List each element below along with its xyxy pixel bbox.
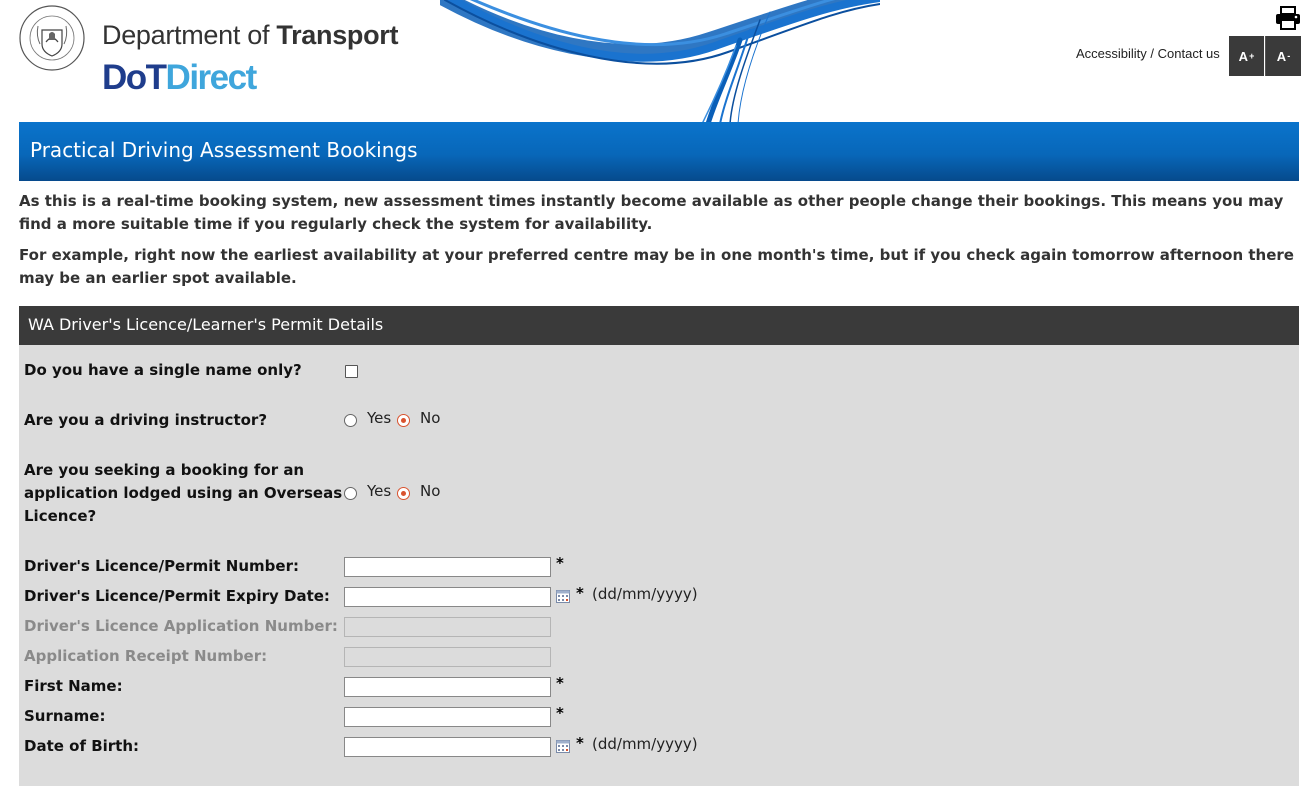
required-marker: *: [576, 584, 584, 602]
accessibility-link[interactable]: Accessibility: [1076, 46, 1147, 61]
expiry-date-input[interactable]: [344, 587, 551, 607]
intro-paragraph-1: As this is a real-time booking system, n…: [19, 192, 1284, 233]
required-marker: *: [556, 704, 564, 722]
surname-label: Surname:: [24, 707, 106, 725]
overseas-no-radio[interactable]: [397, 487, 410, 500]
dotdirect-logo[interactable]: DoTDirect: [102, 58, 257, 98]
first-name-input[interactable]: [344, 677, 551, 697]
single-name-checkbox[interactable]: [345, 365, 358, 378]
department-name: Department of Transport: [102, 20, 399, 50]
receipt-number-input: [344, 647, 551, 667]
licence-number-label: Driver's Licence/Permit Number:: [24, 557, 299, 575]
dob-label: Date of Birth:: [24, 737, 140, 755]
dob-input[interactable]: [344, 737, 551, 757]
overseas-yes-label[interactable]: Yes: [367, 482, 391, 500]
required-marker: *: [556, 674, 564, 692]
instructor-no-radio[interactable]: [397, 414, 410, 427]
licence-details-section: WA Driver's Licence/Learner's Permit Det…: [19, 306, 1299, 786]
instructor-label: Are you a driving instructor?: [24, 411, 268, 429]
utility-separator: /: [1146, 46, 1158, 61]
section-title: WA Driver's Licence/Learner's Permit Det…: [28, 315, 384, 334]
page-banner: Practical Driving Assessment Bookings: [19, 122, 1299, 181]
overseas-label-line3: Licence?: [24, 507, 97, 525]
date-format-hint: (dd/mm/yyyy): [592, 585, 698, 603]
wa-government-crest-icon: [19, 5, 85, 71]
decorative-swoosh: [440, 0, 880, 122]
intro-paragraph-2: For example, right now the earliest avai…: [19, 246, 1294, 287]
instructor-no-label[interactable]: No: [420, 409, 440, 427]
increase-font-button[interactable]: A +: [1229, 36, 1264, 76]
page-title: Practical Driving Assessment Bookings: [30, 138, 418, 162]
decrease-font-button[interactable]: A-: [1265, 36, 1301, 76]
application-number-input: [344, 617, 551, 637]
printer-icon[interactable]: [1275, 6, 1301, 30]
first-name-label: First Name:: [24, 677, 123, 695]
required-marker: *: [556, 554, 564, 572]
required-marker: *: [576, 734, 584, 752]
receipt-number-label: Application Receipt Number:: [24, 647, 268, 665]
section-header: WA Driver's Licence/Learner's Permit Det…: [19, 306, 1299, 345]
licence-number-input[interactable]: [344, 557, 551, 577]
instructor-yes-label[interactable]: Yes: [367, 409, 391, 427]
calendar-icon[interactable]: [556, 740, 570, 753]
utility-links: Accessibility / Contact us: [1076, 46, 1220, 61]
surname-input[interactable]: [344, 707, 551, 727]
overseas-no-label[interactable]: No: [420, 482, 440, 500]
site-header: Department of Transport DoTDirect Access…: [0, 0, 1312, 122]
expiry-date-label: Driver's Licence/Permit Expiry Date:: [24, 587, 330, 605]
date-format-hint: (dd/mm/yyyy): [592, 735, 698, 753]
calendar-icon[interactable]: [556, 590, 570, 603]
single-name-label: Do you have a single name only?: [24, 361, 302, 379]
instructor-yes-radio[interactable]: [344, 414, 357, 427]
overseas-label-line2: application lodged using an Overseas: [24, 484, 343, 502]
contact-us-link[interactable]: Contact us: [1158, 46, 1220, 61]
overseas-label-line1: Are you seeking a booking for an: [24, 461, 305, 479]
application-number-label: Driver's Licence Application Number:: [24, 617, 338, 635]
overseas-yes-radio[interactable]: [344, 487, 357, 500]
